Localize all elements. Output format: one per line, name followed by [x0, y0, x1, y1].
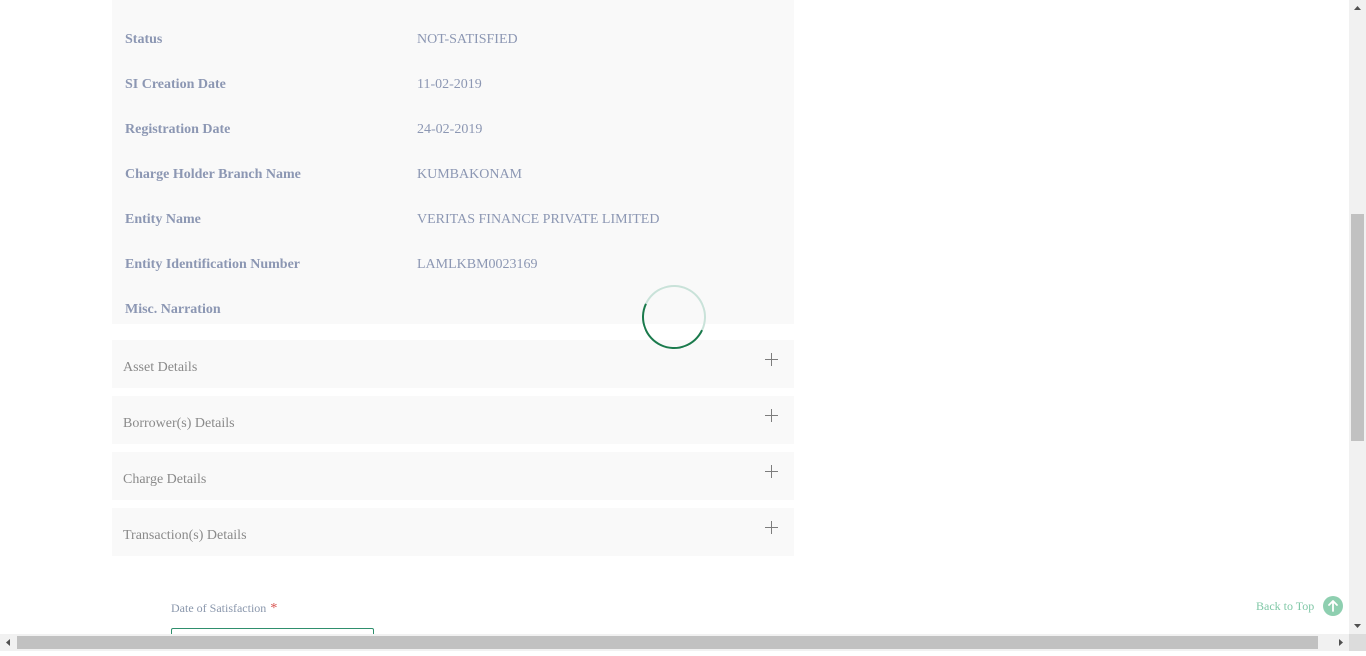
row-label: Entity Identification Number — [125, 257, 300, 272]
horizontal-scrollbar[interactable] — [0, 634, 1349, 651]
date-of-satisfaction-label: Date of Satisfaction * — [171, 601, 277, 617]
scroll-down-arrow-icon[interactable] — [1349, 617, 1366, 634]
vertical-scrollbar[interactable] — [1349, 0, 1366, 634]
row-value: 11-02-2019 — [417, 77, 482, 92]
row-value: VERITAS FINANCE PRIVATE LIMITED — [417, 212, 660, 227]
plus-icon[interactable] — [765, 521, 778, 534]
accordion-charge-details[interactable]: Charge Details — [112, 452, 794, 500]
accordion-title: Borrower(s) Details — [123, 416, 235, 431]
table-row: Status NOT-SATISFIED — [112, 9, 794, 54]
arrow-up-circle-icon[interactable] — [1323, 596, 1344, 616]
accordion-transaction-details[interactable]: Transaction(s) Details — [112, 508, 794, 556]
accordion-title: Charge Details — [123, 472, 207, 487]
accordion-borrower-details[interactable]: Borrower(s) Details — [112, 396, 794, 444]
page-content: Status NOT-SATISFIED SI Creation Date 11… — [0, 0, 1349, 634]
table-row: Charge Holder Branch Name KUMBAKONAM — [112, 144, 794, 189]
scroll-left-arrow-icon[interactable] — [0, 634, 17, 651]
row-value: LAMLKBM0023169 — [417, 257, 538, 272]
table-row: Registration Date 24-02-2019 — [112, 99, 794, 144]
plus-icon[interactable] — [765, 353, 778, 366]
row-label: Charge Holder Branch Name — [125, 167, 301, 182]
row-label: Registration Date — [125, 122, 231, 137]
row-label: Status — [125, 32, 163, 47]
table-row: Entity Name VERITAS FINANCE PRIVATE LIMI… — [112, 189, 794, 234]
row-value: NOT-SATISFIED — [417, 32, 518, 47]
row-label: SI Creation Date — [125, 77, 226, 92]
row-label: Misc. Narration — [125, 302, 221, 317]
accordion-title: Asset Details — [123, 360, 198, 375]
scrollbar-corner — [1349, 634, 1366, 651]
back-to-top-button[interactable]: Back to Top — [1256, 596, 1344, 616]
plus-icon[interactable] — [765, 409, 778, 422]
scroll-up-arrow-icon[interactable] — [1349, 0, 1366, 17]
row-label: Entity Name — [125, 212, 201, 227]
table-row: Entity Identification Number LAMLKBM0023… — [112, 234, 794, 279]
accordion-title: Transaction(s) Details — [123, 528, 247, 543]
back-to-top-label: Back to Top — [1256, 598, 1315, 613]
scroll-right-arrow-icon[interactable] — [1332, 634, 1349, 651]
details-table: Status NOT-SATISFIED SI Creation Date 11… — [112, 0, 794, 324]
horizontal-scroll-thumb[interactable] — [17, 636, 1318, 649]
row-value: KUMBAKONAM — [417, 167, 523, 182]
row-value: 24-02-2019 — [417, 122, 483, 137]
vertical-scroll-thumb[interactable] — [1351, 214, 1364, 441]
field-label-text: Date of Satisfaction — [171, 601, 267, 615]
required-marker: * — [270, 601, 278, 616]
plus-icon[interactable] — [765, 465, 778, 478]
table-row: SI Creation Date 11-02-2019 — [112, 54, 794, 99]
accordion-asset-details[interactable]: Asset Details — [112, 340, 794, 388]
